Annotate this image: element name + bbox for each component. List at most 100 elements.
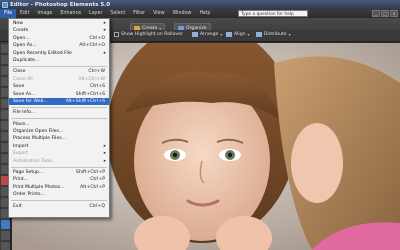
menu-item-label: Print...: [13, 177, 28, 183]
menu-item-new[interactable]: New ▸: [9, 20, 109, 27]
menu-item-print[interactable]: Print... Ctrl+P: [9, 176, 109, 183]
menu-item-shortcut: Ctrl+O: [89, 35, 105, 41]
menu-item-exit[interactable]: Exit Ctrl+Q: [9, 203, 109, 210]
chevron-down-icon: ▾: [288, 32, 291, 37]
window-title: Editor - Photoshop Elements 5.0: [10, 1, 111, 8]
submenu-arrow-icon: ▸: [103, 50, 106, 56]
menu-item-label: Page Setup...: [13, 170, 44, 176]
menu-item-export[interactable]: Export ▸: [9, 150, 109, 157]
app-icon: [2, 1, 8, 8]
align-label: Align: [234, 32, 246, 37]
menu-enhance[interactable]: Enhance: [56, 9, 85, 18]
menu-item-label: Print Multiple Photos...: [13, 184, 65, 190]
menu-item-print-multiple-photos[interactable]: Print Multiple Photos... Alt+Ctrl+P: [9, 184, 109, 191]
menu-image[interactable]: Image: [33, 9, 56, 18]
menu-separator: [11, 65, 107, 67]
menu-item-shortcut: Shift+Ctrl+S: [75, 91, 105, 97]
distribute-label: Distribute: [264, 32, 287, 37]
distribute-dropdown[interactable]: Distribute ▾: [256, 32, 291, 37]
menu-item-label: Open Recently Edited File: [13, 50, 72, 56]
menu-item-label: Close All: [13, 76, 33, 82]
checkbox-icon: [114, 32, 119, 37]
menu-item-place[interactable]: Place...: [9, 121, 109, 128]
menu-item-shortcut: Alt+Ctrl+O: [79, 43, 105, 49]
pencil-tool-icon[interactable]: [1, 231, 10, 240]
menu-item-open-as[interactable]: Open As... Alt+Ctrl+O: [9, 42, 109, 49]
menu-item-label: Duplicate...: [13, 57, 40, 63]
menu-item-close-all[interactable]: Close All Alt+Ctrl+W: [9, 76, 109, 83]
menu-item-duplicate[interactable]: Duplicate...: [9, 57, 109, 64]
menu-item-save-for-web[interactable]: Save for Web... Alt+Shift+Ctrl+S: [9, 97, 109, 106]
submenu-arrow-icon: ▸: [103, 28, 106, 34]
menu-item-label: Organize Open Files...: [13, 129, 64, 135]
menu-help[interactable]: Help: [195, 9, 214, 18]
brush-tool-icon[interactable]: [1, 220, 10, 229]
menu-item-label: Automation Tools: [13, 158, 53, 164]
menu-item-label: Create: [13, 28, 29, 34]
menu-item-label: New: [13, 21, 24, 26]
menu-item-process-multiple-files[interactable]: Process Multiple Files...: [9, 135, 109, 142]
help-search-input[interactable]: Type a question for help: [238, 10, 308, 17]
menu-item-shortcut: Ctrl+S: [90, 84, 105, 90]
menu-item-label: File Info...: [13, 110, 36, 116]
submenu-arrow-icon: ▸: [103, 158, 106, 164]
close-button[interactable]: x: [390, 10, 398, 17]
menu-item-shortcut: Alt+Shift+Ctrl+S: [65, 98, 105, 104]
menu-item-shortcut: Ctrl+W: [88, 69, 105, 75]
menu-item-label: Export: [13, 151, 29, 157]
window-controls: _ □ x: [372, 10, 398, 17]
show-highlight-checkbox[interactable]: Show Highlight on Rollover: [114, 32, 183, 37]
maximize-button[interactable]: □: [381, 10, 389, 17]
chevron-down-icon: ▾: [247, 32, 250, 37]
menu-item-import[interactable]: Import ▸: [9, 143, 109, 150]
menu-item-label: Save As...: [13, 91, 36, 97]
menu-view[interactable]: View: [149, 9, 168, 18]
title-bar: Editor - Photoshop Elements 5.0: [0, 0, 400, 9]
menu-bar: File Edit Image Enhance Layer Select Filter Vie…: [0, 9, 400, 18]
menu-item-label: Save: [13, 84, 25, 90]
arrange-icon: [192, 32, 198, 37]
menu-separator: [11, 200, 107, 202]
menu-filter[interactable]: Filter: [129, 9, 149, 18]
menu-layer[interactable]: Layer: [85, 9, 106, 18]
menu-item-label: Process Multiple Files...: [13, 136, 67, 142]
arrange-dropdown[interactable]: Arrange ▾: [192, 32, 222, 37]
menu-item-automation-tools[interactable]: Automation Tools ▸: [9, 158, 109, 165]
menu-item-label: Order Prints...: [13, 192, 45, 198]
menu-item-save-as[interactable]: Save As... Shift+Ctrl+S: [9, 91, 109, 98]
chevron-down-icon: ▾: [220, 32, 223, 37]
menu-item-organize-open-files[interactable]: Organize Open Files...: [9, 128, 109, 135]
menu-item-shortcut: Alt+Ctrl+P: [80, 184, 105, 190]
menu-item-page-setup[interactable]: Page Setup... Shift+Ctrl+P: [9, 169, 109, 176]
menu-window[interactable]: Window: [169, 9, 196, 18]
menu-separator: [11, 118, 107, 120]
align-dropdown[interactable]: Align ▾: [226, 32, 250, 37]
show-highlight-label: Show Highlight on Rollover: [121, 32, 183, 37]
menu-item-label: Exit: [13, 203, 22, 209]
menu-item-open[interactable]: Open... Ctrl+O: [9, 35, 109, 42]
menu-separator: [11, 166, 107, 168]
menu-item-file-info[interactable]: File Info...: [9, 109, 109, 116]
minimize-button[interactable]: _: [372, 10, 380, 17]
menu-item-open-recently-edited-file[interactable]: Open Recently Edited File ▸: [9, 50, 109, 57]
menu-item-label: Place...: [13, 121, 30, 127]
menu-item-label: Open As...: [13, 43, 37, 49]
menu-item-save[interactable]: Save Ctrl+S: [9, 83, 109, 90]
menu-item-label: Save for Web...: [13, 98, 48, 104]
menu-item-order-prints[interactable]: Order Prints...: [9, 191, 109, 198]
menu-item-label: Import: [13, 143, 29, 149]
menu-select[interactable]: Select: [106, 9, 129, 18]
menu-item-create[interactable]: Create ▸: [9, 27, 109, 34]
submenu-arrow-icon: ▸: [103, 143, 106, 149]
menu-edit[interactable]: Edit: [16, 9, 33, 18]
menu-item-label: Close: [13, 69, 26, 75]
menu-file[interactable]: File: [0, 9, 17, 18]
menu-item-label: Open...: [13, 35, 30, 41]
menu-item-shortcut: Ctrl+P: [90, 177, 105, 183]
paint-bucket-tool-icon[interactable]: [1, 242, 10, 250]
distribute-icon: [256, 32, 262, 37]
menu-separator: [11, 106, 107, 108]
align-icon: [226, 32, 232, 37]
menu-item-shortcut: Shift+Ctrl+P: [75, 170, 105, 176]
menu-item-close[interactable]: Close Ctrl+W: [9, 68, 109, 75]
